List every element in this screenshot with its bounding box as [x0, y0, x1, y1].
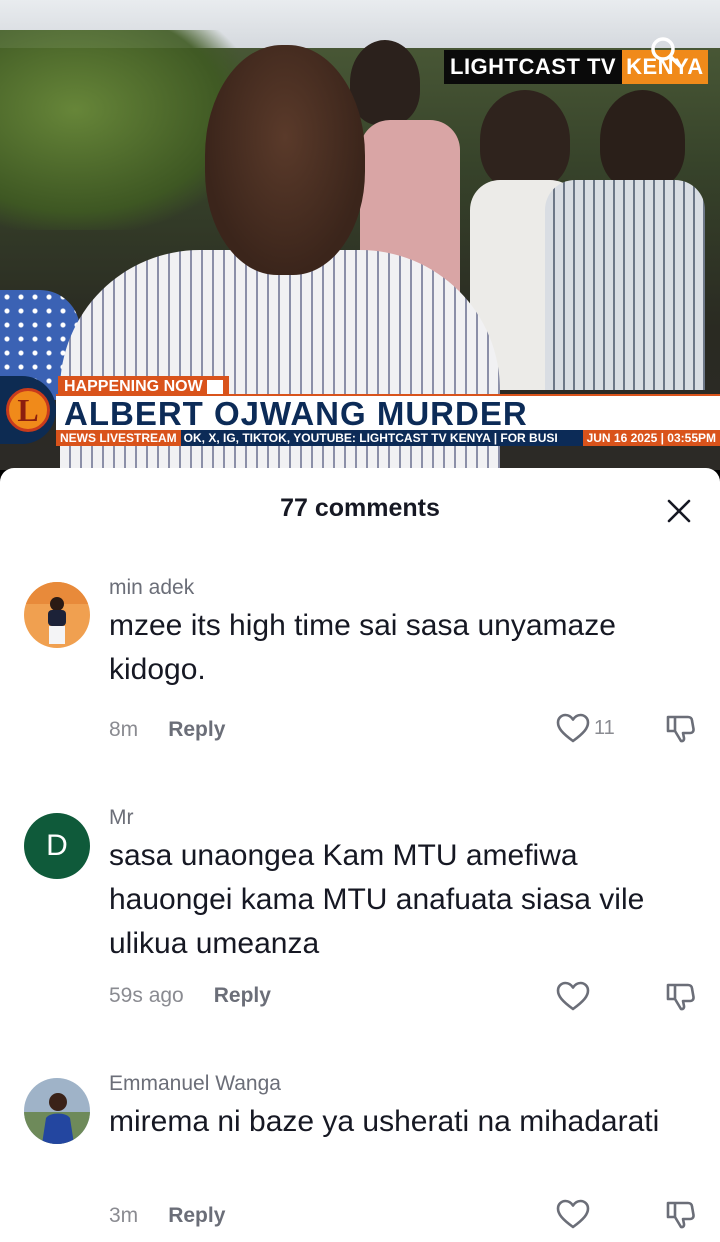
avatar[interactable] [24, 582, 90, 648]
crowd-person [480, 90, 570, 190]
dislike-icon[interactable] [664, 712, 696, 744]
news-headline: ALBERT OJWANG MURDER [56, 394, 720, 432]
comments-count-title: 77 comments [280, 494, 440, 522]
avatar[interactable]: D [24, 813, 90, 879]
happening-now-label: HAPPENING NOW [64, 377, 203, 395]
crowd-person [600, 90, 685, 190]
dislike-icon[interactable] [664, 980, 696, 1012]
heart-icon [556, 1199, 590, 1229]
comment-username[interactable]: Mr [109, 806, 134, 830]
happening-now-badge: HAPPENING NOW [58, 376, 229, 396]
video-player[interactable]: LIGHTCAST TV KENYA L HAPPENING NOW ALBER… [0, 0, 720, 470]
heart-icon [556, 981, 590, 1011]
comment-time: 59s ago [109, 984, 184, 1007]
speaker-head [205, 45, 365, 275]
comment-meta: 8m Reply [109, 718, 225, 742]
crowd-person [545, 180, 705, 390]
avatar[interactable] [24, 1078, 90, 1144]
like-button[interactable] [556, 1198, 590, 1230]
comment-text: mirema ni baze ya usherati na mihadarati [109, 1105, 660, 1138]
comment-meta: 3m Reply [109, 1204, 225, 1228]
comment-text: mzee its high time sai sasa unyamaze kid… [109, 609, 616, 686]
comment-meta: 59s ago Reply [109, 984, 271, 1008]
ticker-date: JUN 16 2025 | 03:55PM [582, 430, 720, 446]
comment-text: sasa unaongea Kam MTU amefiwa hauongei k… [109, 839, 645, 960]
news-ticker: NEWS LIVESTREAM OK, X, IG, TIKTOK, YOUTU… [56, 430, 720, 446]
comments-sheet: 77 comments min adek mzee its high time … [0, 468, 720, 1242]
ticker-text: OK, X, IG, TIKTOK, YOUTUBE: LIGHTCAST TV… [183, 431, 558, 445]
like-count: 11 [594, 716, 615, 739]
like-button[interactable] [556, 980, 590, 1012]
reply-button[interactable]: Reply [168, 718, 225, 742]
channel-logo-letter: L [6, 388, 50, 432]
search-icon[interactable] [648, 34, 684, 70]
reply-button[interactable]: Reply [168, 1204, 225, 1228]
like-button[interactable]: 11 [556, 712, 615, 744]
dislike-icon[interactable] [664, 1198, 696, 1230]
close-icon[interactable] [664, 496, 694, 526]
comment-username[interactable]: Emmanuel Wanga [109, 1072, 281, 1096]
ticker-label: NEWS LIVESTREAM [56, 430, 181, 446]
heart-icon [556, 713, 590, 743]
comment-username[interactable]: min adek [109, 576, 194, 600]
comment-time: 3m [109, 1204, 139, 1227]
crowd-person [350, 40, 420, 125]
comment-time: 8m [109, 718, 139, 741]
reply-button[interactable]: Reply [214, 984, 271, 1008]
channel-name: LIGHTCAST TV [444, 50, 623, 84]
badge-square [206, 379, 223, 394]
